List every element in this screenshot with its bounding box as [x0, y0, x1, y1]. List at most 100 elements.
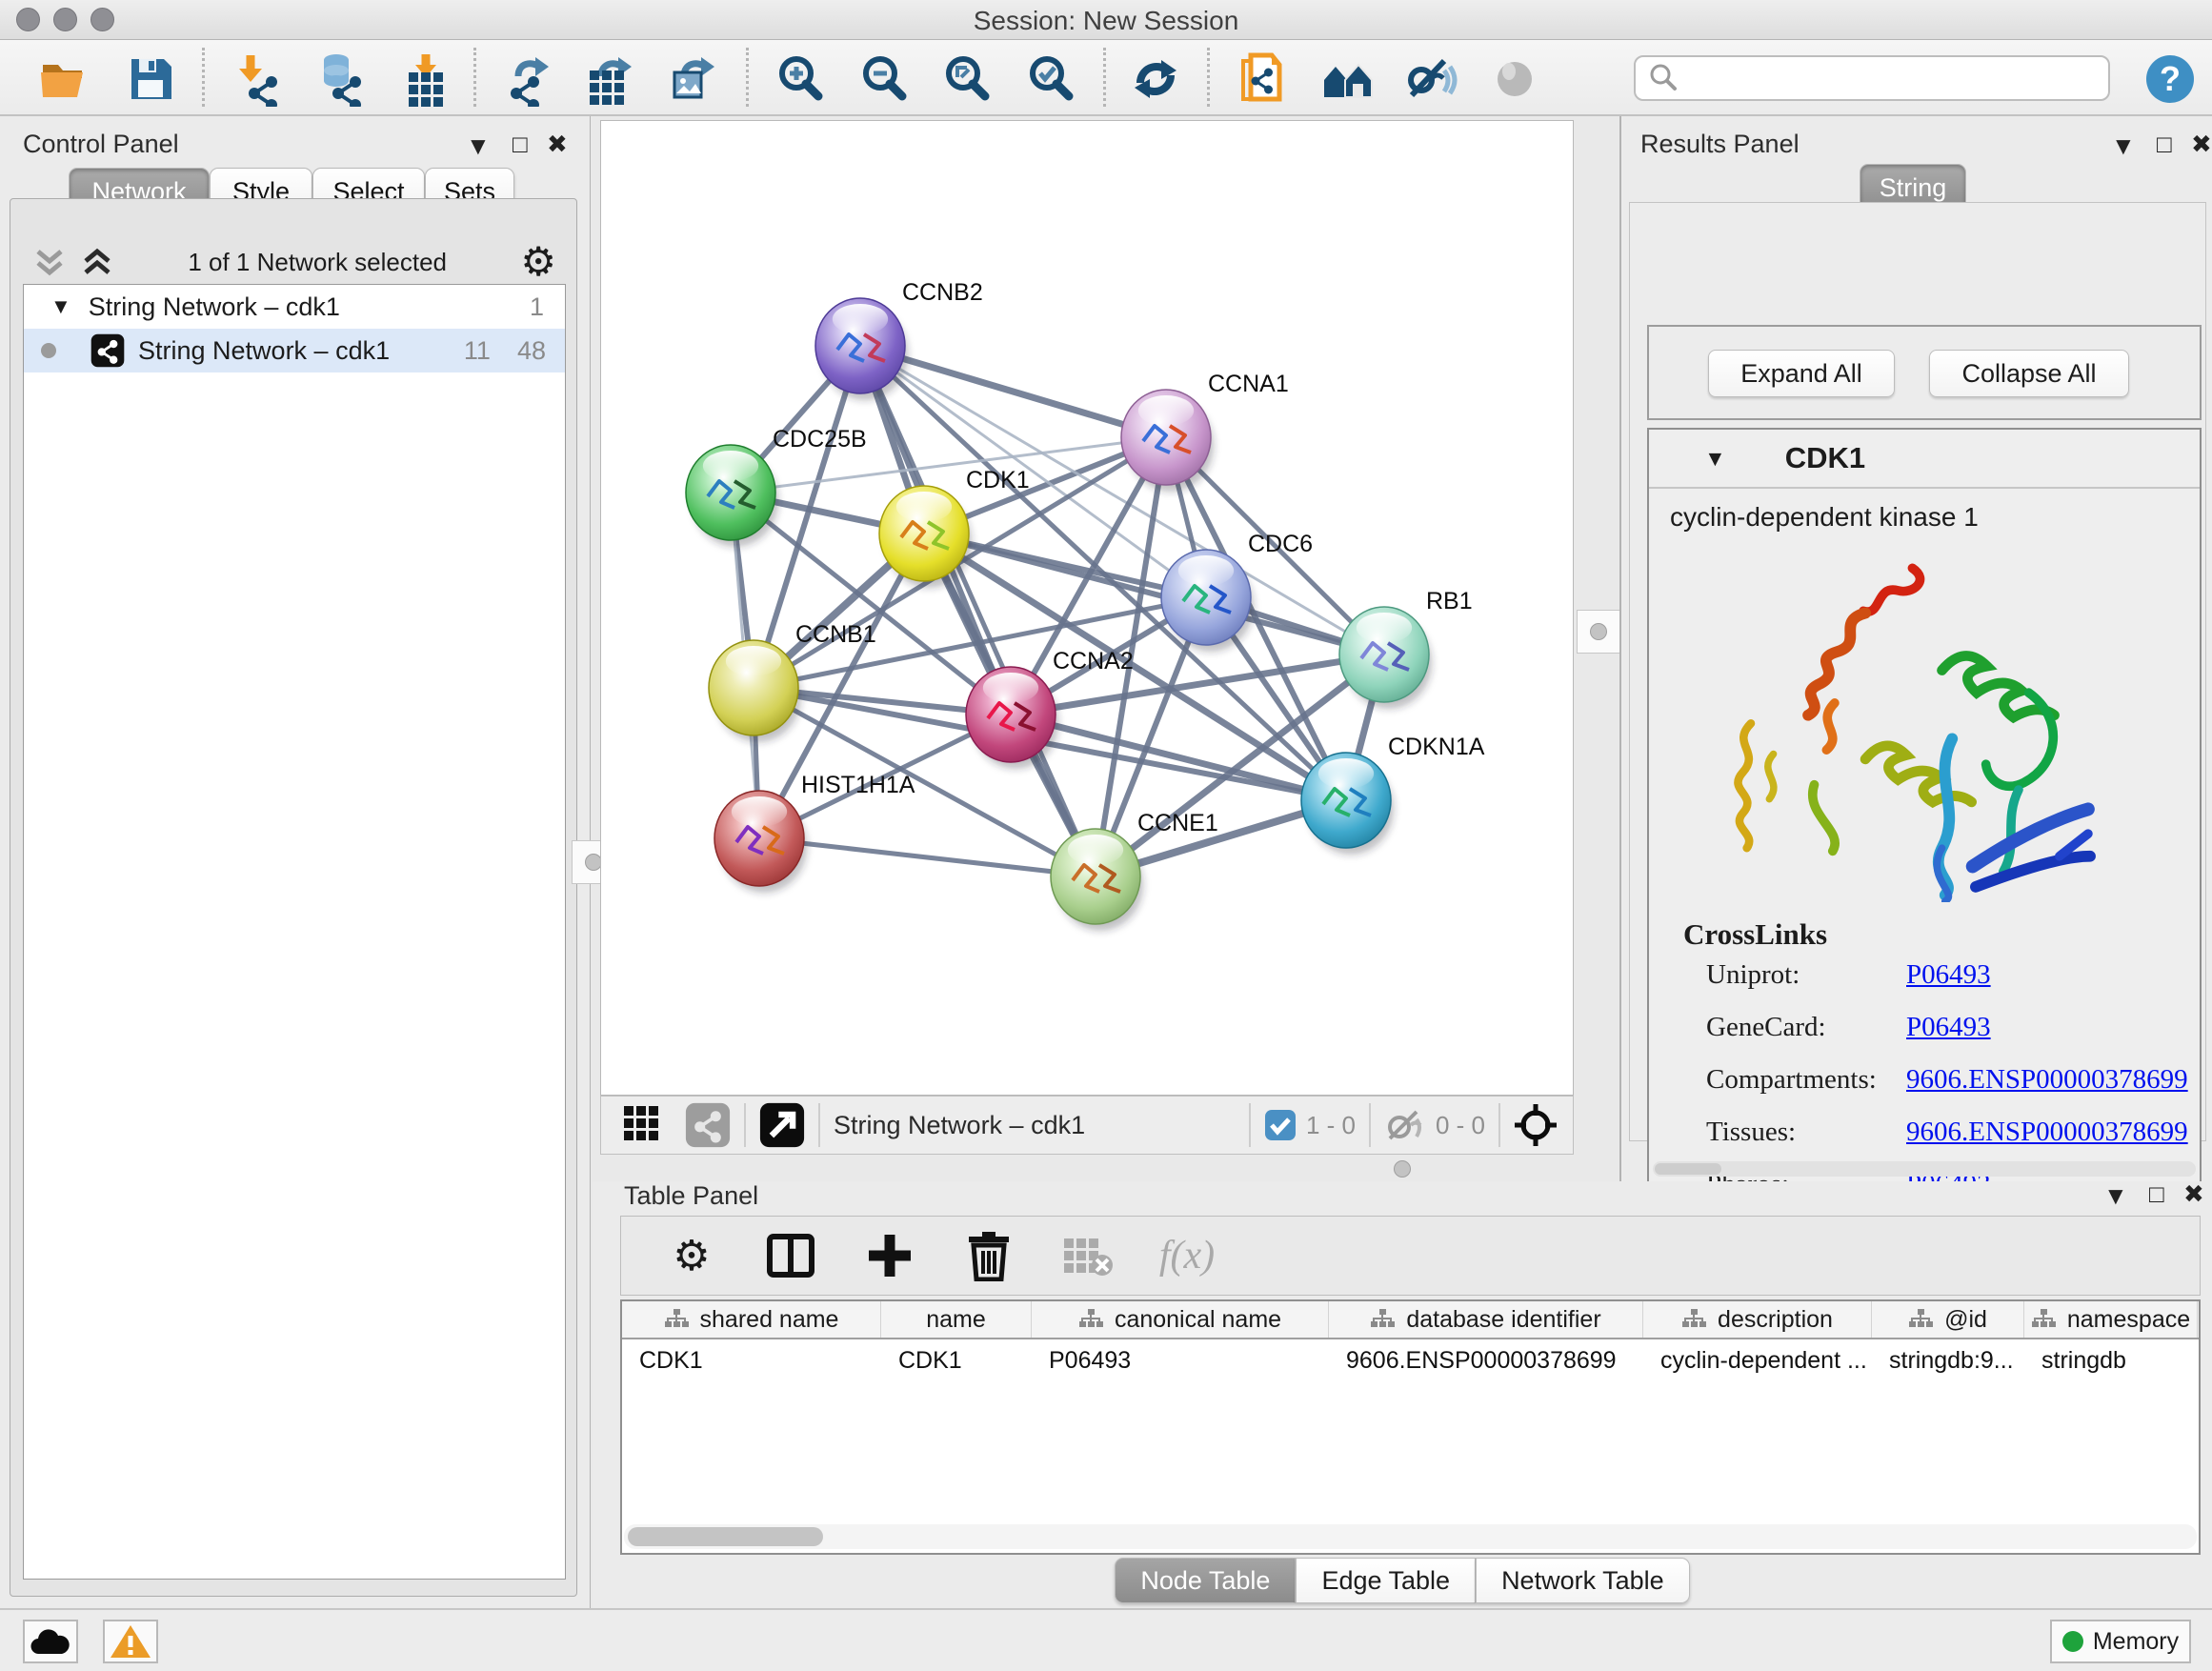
panel-close-icon[interactable]: ✖: [2191, 131, 2212, 156]
table-settings-gear-icon[interactable]: ⚙: [663, 1227, 720, 1284]
help-icon[interactable]: ?: [2142, 51, 2198, 107]
panel-float-icon[interactable]: □: [2157, 131, 2172, 156]
toolbar-separator: [473, 48, 476, 107]
table-hscrollbar-thumb[interactable]: [628, 1527, 823, 1546]
zoom-selected-icon[interactable]: [1023, 51, 1078, 107]
network-node-CDKN1A[interactable]: CDKN1A: [1301, 734, 1485, 855]
collapse-all-icon[interactable]: [32, 246, 67, 278]
column-header-database-identifier[interactable]: database identifier: [1329, 1301, 1643, 1338]
zoom-fit-icon[interactable]: [939, 51, 995, 107]
panel-menu-icon[interactable]: ▼: [466, 133, 491, 158]
hide-details-icon[interactable]: [1402, 51, 1458, 107]
column-header-shared-name[interactable]: shared name: [622, 1301, 881, 1338]
import-database-icon[interactable]: [312, 51, 367, 107]
crosslink-label: GeneCard:: [1706, 1012, 1906, 1043]
cloud-button[interactable]: [23, 1620, 78, 1663]
fit-selection-icon[interactable]: [1514, 1103, 1558, 1147]
control-panel-title: Control Panel: [23, 130, 179, 159]
share-file-icon[interactable]: [1236, 51, 1291, 107]
network-edge-CCNE1-HIST1H1A[interactable]: [759, 838, 1096, 876]
detach-view-icon[interactable]: [759, 1102, 805, 1148]
network-share-icon[interactable]: [685, 1102, 731, 1148]
refresh-icon[interactable]: [1128, 51, 1183, 107]
panel-float-icon[interactable]: □: [2149, 1181, 2164, 1206]
results-hscrollbar: [1653, 1161, 2196, 1177]
open-session-icon[interactable]: [37, 51, 92, 107]
column-header-label: canonical name: [1115, 1306, 1281, 1334]
table-cell[interactable]: CDK1: [622, 1339, 881, 1381]
column-type-icon: [2031, 1308, 2056, 1331]
delete-column-icon[interactable]: [960, 1227, 1017, 1284]
expand-all-button[interactable]: Expand All: [1708, 350, 1895, 397]
table-cell[interactable]: 9606.ENSP00000378699: [1329, 1339, 1643, 1381]
panel-close-icon[interactable]: ✖: [547, 131, 568, 156]
table-cell[interactable]: CDK1: [881, 1339, 1032, 1381]
column-header-label: shared name: [700, 1306, 839, 1334]
gene-collapse-icon[interactable]: ▼: [1704, 446, 1726, 472]
gene-header-row[interactable]: ▼ CDK1: [1649, 430, 2200, 489]
tab-node-table[interactable]: Node Table: [1115, 1558, 1296, 1603]
search-input[interactable]: [1689, 63, 2097, 94]
panel-float-icon[interactable]: □: [513, 131, 528, 156]
network-edge-CDK1-RB1[interactable]: [924, 534, 1384, 654]
import-network-icon[interactable]: [230, 51, 285, 107]
add-column-icon[interactable]: [861, 1227, 918, 1284]
network-node-CCNA1[interactable]: CCNA1: [1121, 371, 1289, 492]
table-cell[interactable]: cyclin-dependent ...: [1643, 1339, 1872, 1381]
table-row[interactable]: CDK1CDK1P064939606.ENSP00000378699cyclin…: [622, 1339, 2199, 1381]
results-hscrollbar-thumb[interactable]: [1655, 1163, 1721, 1175]
network-row[interactable]: String Network – cdk1 11 48: [24, 329, 565, 372]
column-header-name[interactable]: name: [881, 1301, 1032, 1338]
svg-text:?: ?: [2160, 59, 2181, 98]
bottom-splitter-handle[interactable]: [1394, 1160, 1411, 1178]
panel-menu-icon[interactable]: ▼: [2103, 1183, 2128, 1208]
column-type-icon: [664, 1308, 689, 1331]
network-node-CDC6[interactable]: CDC6: [1161, 531, 1313, 652]
network-options-gear-icon[interactable]: ⚙: [520, 242, 556, 282]
column-header-label: name: [926, 1306, 986, 1334]
tab-edge-table[interactable]: Edge Table: [1296, 1558, 1476, 1603]
crosslink-value-link[interactable]: 9606.ENSP00000378699: [1906, 1117, 2188, 1148]
column-header-description[interactable]: description: [1643, 1301, 1872, 1338]
network-node-CCNB1[interactable]: CCNB1: [709, 621, 876, 742]
expand-all-icon[interactable]: [80, 246, 114, 278]
crosslink-value-link[interactable]: P06493: [1906, 959, 1991, 991]
select-columns-icon[interactable]: [762, 1227, 819, 1284]
collection-expand-icon[interactable]: ▼: [50, 294, 71, 319]
tab-network-table[interactable]: Network Table: [1476, 1558, 1690, 1603]
table-tabs: Node TableEdge TableNetwork Table: [593, 1558, 2212, 1603]
zoom-in-icon[interactable]: [773, 51, 828, 107]
crosslink-value-link[interactable]: 9606.ENSP00000378699: [1906, 1064, 2188, 1096]
export-image-icon[interactable]: [665, 51, 720, 107]
right-splitter-handle[interactable]: [1577, 610, 1620, 654]
selected-checkbox-icon[interactable]: [1264, 1109, 1297, 1141]
collapse-all-button[interactable]: Collapse All: [1929, 350, 2129, 397]
network-node-RB1[interactable]: RB1: [1339, 588, 1473, 709]
save-session-icon[interactable]: [123, 51, 178, 107]
network-node-CCNB2[interactable]: CCNB2: [815, 279, 983, 400]
memory-button[interactable]: Memory: [2050, 1620, 2191, 1663]
crosslink-value-link[interactable]: P06493: [1906, 1012, 1991, 1043]
column-header-canonical-name[interactable]: canonical name: [1032, 1301, 1329, 1338]
network-node-label-CCNB2: CCNB2: [902, 279, 983, 306]
column-header-namespace[interactable]: namespace: [2024, 1301, 2198, 1338]
zoom-out-icon[interactable]: [856, 51, 912, 107]
export-network-icon[interactable]: [499, 51, 554, 107]
network-node-CDK1[interactable]: CDK1: [879, 467, 1030, 588]
warning-button[interactable]: [103, 1620, 158, 1663]
import-table-icon[interactable]: [398, 51, 453, 107]
show-details-icon[interactable]: [1487, 51, 1542, 107]
network-collection-row[interactable]: ▼ String Network – cdk1 1: [24, 285, 565, 329]
network-canvas[interactable]: CCNB2CCNA1CDC25BCDK1CDC6RB1CCNB1CCNA2CDK…: [600, 120, 1574, 1096]
panel-close-icon[interactable]: ✖: [2183, 1181, 2204, 1206]
column-header-@id[interactable]: @id: [1872, 1301, 2024, 1338]
hidden-items-icon[interactable]: [1384, 1108, 1426, 1142]
table-cell[interactable]: stringdb: [2024, 1339, 2198, 1381]
table-cell[interactable]: P06493: [1032, 1339, 1329, 1381]
birds-eye-view-icon[interactable]: [622, 1102, 668, 1148]
network-node-HIST1H1A[interactable]: HIST1H1A: [714, 772, 915, 893]
table-cell[interactable]: stringdb:9...: [1872, 1339, 2024, 1381]
export-table-icon[interactable]: [582, 51, 637, 107]
string-home-icon[interactable]: [1320, 51, 1376, 107]
panel-menu-icon[interactable]: ▼: [2111, 133, 2136, 158]
